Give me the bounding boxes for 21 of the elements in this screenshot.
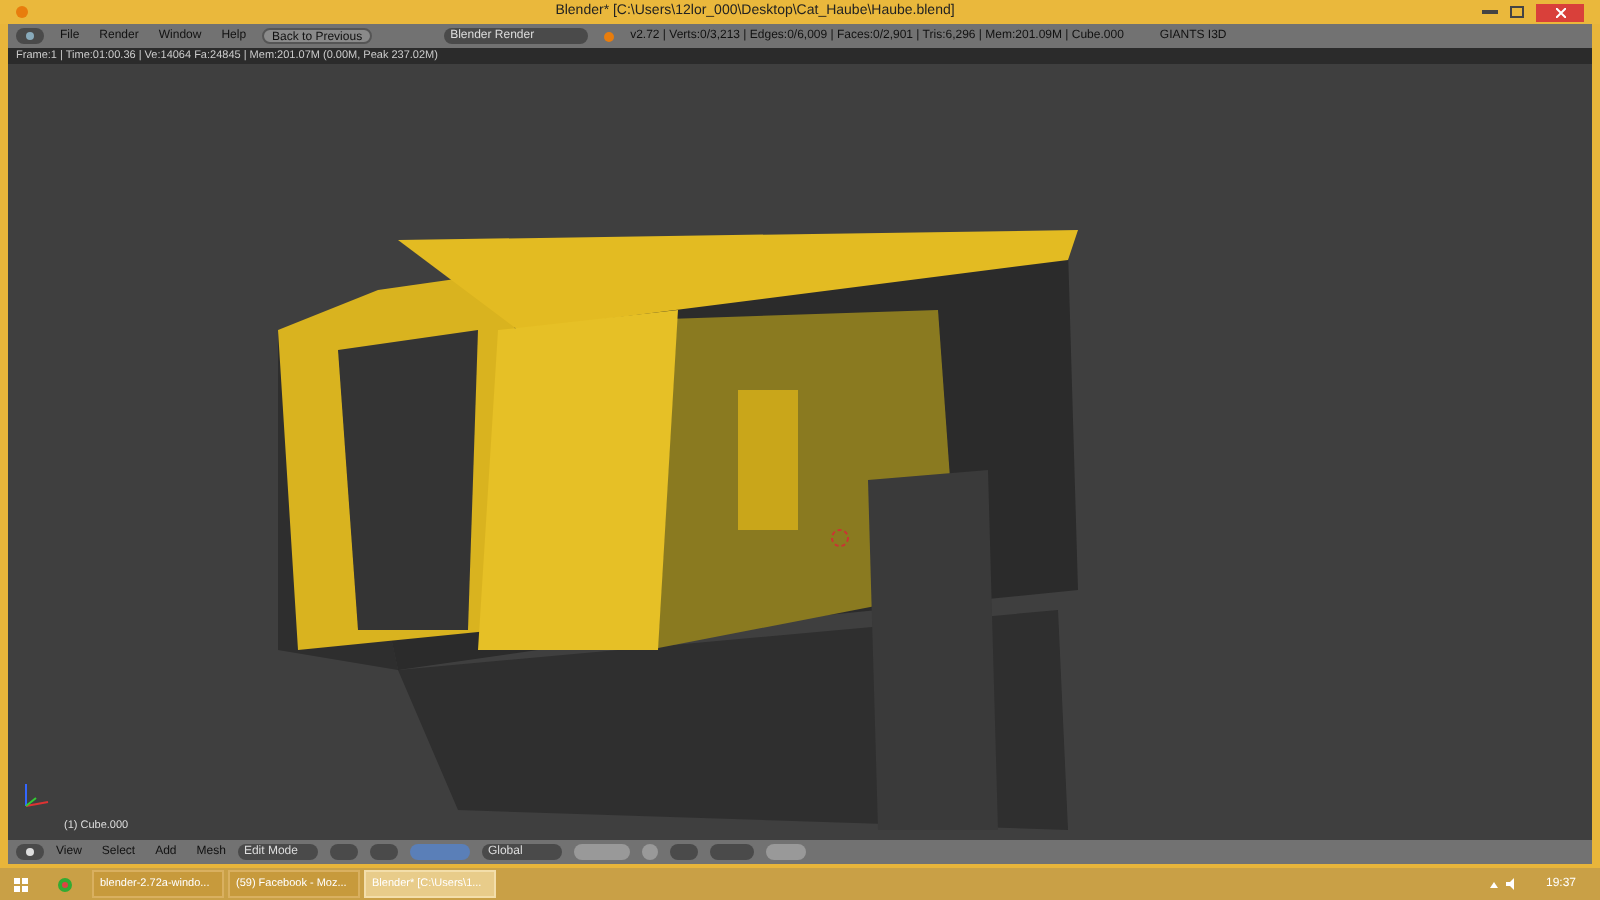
- axis-gizmo-icon: [20, 780, 52, 812]
- select-mode-button[interactable]: [573, 844, 630, 860]
- occlude-button[interactable]: [641, 844, 658, 860]
- pivot-button[interactable]: [369, 844, 398, 860]
- minimize-button[interactable]: [1482, 10, 1498, 14]
- manipulator-button[interactable]: [409, 844, 470, 860]
- 3d-cursor-icon: [830, 528, 850, 548]
- editor-type-button[interactable]: [16, 844, 44, 860]
- browser-icon: [57, 877, 71, 891]
- proportional-button[interactable]: [669, 844, 698, 860]
- tray-arrow-icon: [1489, 881, 1498, 887]
- snap-button[interactable]: [709, 844, 754, 860]
- shading-button[interactable]: [329, 844, 358, 860]
- speaker-icon: [1505, 878, 1518, 890]
- close-icon: [1555, 7, 1565, 17]
- editor-type-button[interactable]: [16, 28, 44, 44]
- render-button[interactable]: [765, 844, 806, 860]
- app-icon: [16, 6, 28, 18]
- windows-logo-icon: [13, 877, 27, 891]
- close-button[interactable]: [1536, 3, 1584, 21]
- maximize-button[interactable]: [1510, 6, 1524, 18]
